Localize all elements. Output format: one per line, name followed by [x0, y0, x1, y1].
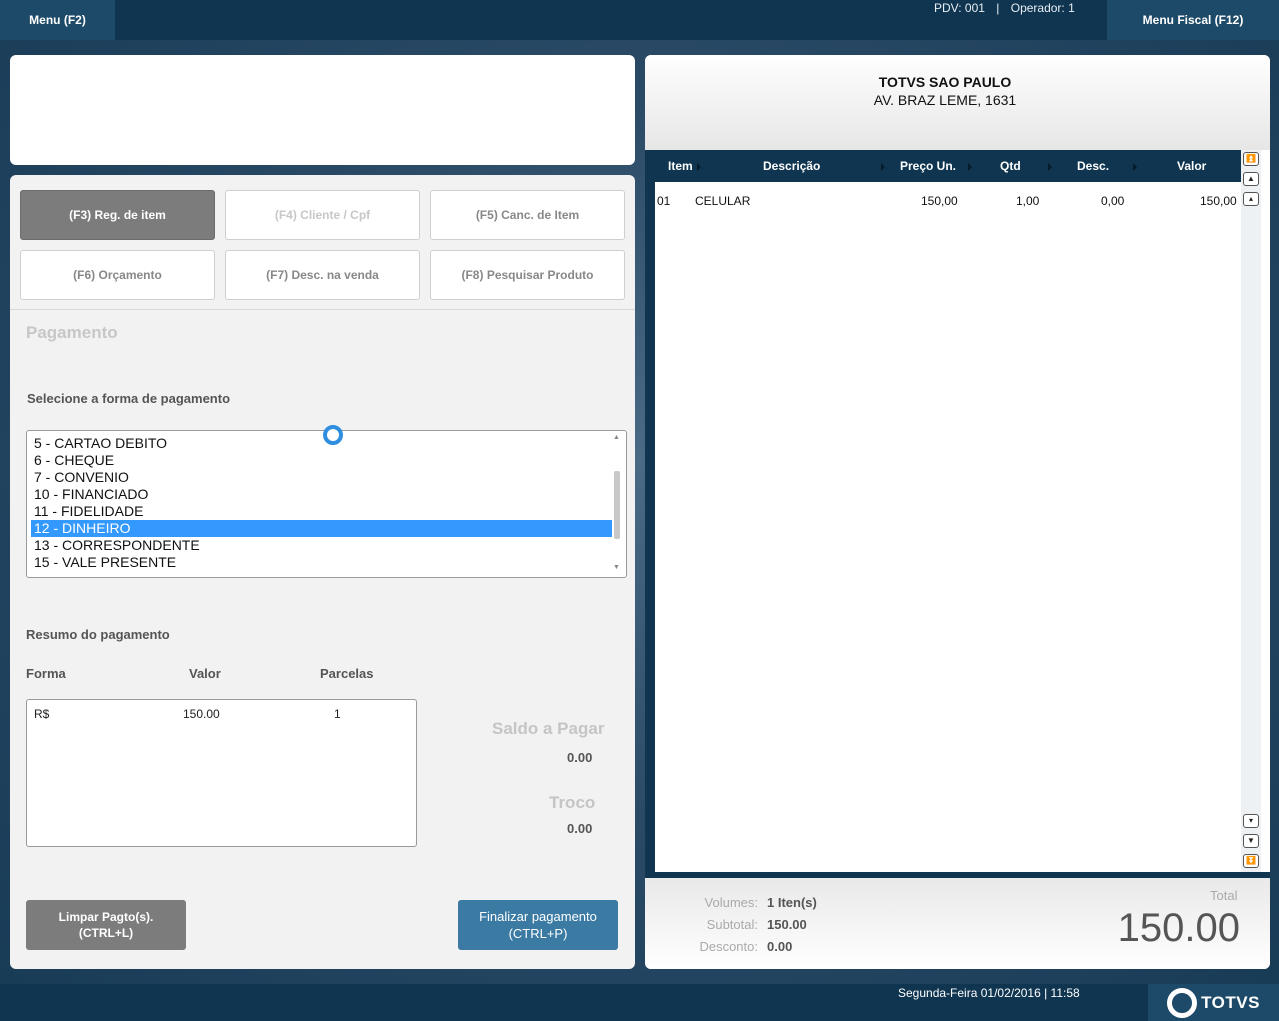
pdv-number: PDV: 001 — [934, 1, 985, 15]
receipt-panel: TOTVS SAO PAULO AV. BRAZ LEME, 1631 Item… — [645, 55, 1270, 969]
row-desc: 0,00 — [1101, 194, 1125, 208]
volumes-label: Volumes: — [704, 895, 758, 910]
row-descricao: CELULAR — [695, 194, 751, 208]
table-row[interactable]: 01 CELULAR 150,00 1,00 0,00 150,00 — [655, 194, 1241, 210]
menu-f2-button[interactable]: Menu (F2) — [0, 0, 115, 40]
row-item-number: 01 — [657, 194, 671, 208]
payment-summary-list[interactable]: R$ 150.00 1 — [26, 699, 417, 847]
canc-item-button[interactable]: (F5) Canc. de Item — [430, 190, 625, 240]
payment-option-fidelidade[interactable]: 11 - FIDELIDADE — [31, 503, 612, 520]
payment-option-cheque[interactable]: 6 - CHEQUE — [31, 452, 612, 469]
row-preco: 150,00 — [921, 194, 958, 208]
store-header: TOTVS SAO PAULO AV. BRAZ LEME, 1631 — [645, 55, 1270, 150]
loading-ring-icon — [323, 425, 343, 445]
header-preco-un[interactable]: Preço Un. — [900, 159, 956, 173]
items-grid-header: Item Descrição Preço Un. Qtd Desc. Valor — [655, 150, 1241, 182]
desconto-value: 0.00 — [767, 939, 793, 954]
troco-value: 0.00 — [567, 821, 593, 836]
header-qtd[interactable]: Qtd — [1000, 159, 1021, 173]
header-desc[interactable]: Desc. — [1077, 159, 1109, 173]
reg-item-button[interactable]: (F3) Reg. de item — [20, 190, 215, 240]
date-time: Segunda-Feira 01/02/2016 | 11:58 — [898, 986, 1080, 1000]
scroll-down-arrow-icon[interactable]: ▼ — [613, 564, 620, 571]
header-item[interactable]: Item — [668, 159, 693, 173]
payment-option-vale-presente[interactable]: 15 - VALE PRESENTE — [31, 554, 612, 571]
divider — [10, 309, 635, 310]
limpar-shortcut: (CTRL+L) — [78, 926, 134, 940]
status-bar: Segunda-Feira 01/02/2016 | 11:58 TOTVS — [0, 984, 1279, 1021]
item-display-panel — [10, 55, 635, 165]
subtotal-value: 150.00 — [767, 917, 807, 932]
info-separator: | — [996, 1, 1000, 15]
top-bar: Menu (F2) PDV: 001 | Operador: 1 Menu Fi… — [0, 0, 1279, 40]
column-header-parcelas: Parcelas — [320, 666, 374, 681]
summary-valor-cell: 150.00 — [183, 707, 220, 721]
sale-actions-panel: (F3) Reg. de item (F4) Cliente / Cpf (F5… — [10, 175, 635, 969]
double-down-arrow-icon[interactable]: ⏬ — [1243, 854, 1259, 868]
pesquisar-produto-button[interactable]: (F8) Pesquisar Produto — [430, 250, 625, 300]
payment-method-list[interactable]: 5 - CARTAO DEBITO 6 - CHEQUE 7 - CONVENI… — [26, 430, 627, 578]
column-separator-icon — [697, 163, 701, 171]
desc-venda-button[interactable]: (F7) Desc. na venda — [225, 250, 420, 300]
finalizar-shortcut: (CTRL+P) — [508, 926, 568, 941]
finalizar-label: Finalizar pagamento — [479, 909, 597, 924]
desconto-label: Desconto: — [699, 939, 758, 954]
payment-list-scrollbar[interactable]: ▲ ▼ — [612, 433, 624, 575]
grid-edge — [645, 150, 655, 872]
brand-area: TOTVS — [1148, 984, 1279, 1021]
finalizar-pagamento-button[interactable]: Finalizar pagamento (CTRL+P) — [458, 900, 618, 950]
payment-option-correspondente[interactable]: 13 - CORRESPONDENTE — [31, 537, 612, 554]
payment-option-cartao-debito[interactable]: 5 - CARTAO DEBITO — [31, 435, 612, 452]
page-up-icon[interactable]: ▲ — [1243, 172, 1259, 186]
up-arrow-icon[interactable]: ▴ — [1243, 192, 1259, 206]
store-name: TOTVS SAO PAULO — [878, 74, 1012, 90]
column-header-forma: Forma — [26, 666, 66, 681]
total-value: 150.00 — [1117, 906, 1240, 950]
summary-forma-cell: R$ — [34, 707, 50, 721]
items-grid: 01 CELULAR 150,00 1,00 0,00 150,00 — [655, 182, 1241, 872]
column-separator-icon — [881, 163, 885, 171]
brand-name: TOTVS — [1201, 992, 1260, 1012]
orcamento-button[interactable]: (F6) Orçamento — [20, 250, 215, 300]
column-separator-icon — [1133, 163, 1137, 171]
payment-option-financiado[interactable]: 10 - FINANCIADO — [31, 486, 612, 503]
payment-option-dinheiro[interactable]: 12 - DINHEIRO — [31, 520, 612, 537]
saldo-a-pagar-label: Saldo a Pagar — [492, 719, 605, 738]
volumes-value: 1 Iten(s) — [767, 895, 817, 910]
saldo-a-pagar-value: 0.00 — [567, 750, 593, 765]
total-label: Total — [1210, 888, 1238, 903]
operator-number: Operador: 1 — [1010, 1, 1075, 15]
header-valor[interactable]: Valor — [1177, 159, 1206, 173]
row-valor: 150,00 — [1200, 194, 1237, 208]
payment-summary-title: Resumo do pagamento — [26, 627, 170, 642]
payment-option-convenio[interactable]: 7 - CONVENIO — [31, 469, 612, 486]
column-header-valor: Valor — [189, 666, 221, 681]
column-separator-icon — [1048, 163, 1052, 171]
payment-method-label: Selecione a forma de pagamento — [27, 391, 231, 406]
scroll-up-arrow-icon[interactable]: ▲ — [613, 434, 620, 441]
store-address: AV. BRAZ LEME, 1631 — [873, 92, 1017, 108]
column-separator-icon — [968, 163, 972, 171]
subtotal-label: Subtotal: — [706, 917, 758, 932]
scrollbar-thumb[interactable] — [614, 471, 620, 539]
sale-totals: Volumes: 1 Iten(s) Subtotal: 150.00 Desc… — [645, 878, 1270, 969]
header-descricao[interactable]: Descrição — [763, 159, 820, 173]
payment-section-title: Pagamento — [26, 323, 118, 342]
troco-label: Troco — [549, 793, 596, 812]
menu-fiscal-f12-button[interactable]: Menu Fiscal (F12) — [1107, 0, 1279, 40]
summary-parcelas-cell: 1 — [334, 707, 341, 721]
pdv-operator-info: PDV: 001 | Operador: 1 — [934, 1, 1083, 15]
cliente-cpf-button[interactable]: (F4) Cliente / Cpf — [225, 190, 420, 240]
row-qtd: 1,00 — [1016, 194, 1040, 208]
page-down-icon[interactable]: ▼ — [1243, 834, 1259, 848]
limpar-pagamentos-button[interactable]: Limpar Pagto(s). (CTRL+L) — [26, 900, 186, 950]
items-grid-scrollbar: ⏫ ▲ ▴ ▾ ▼ ⏬ — [1241, 150, 1261, 872]
double-up-arrow-icon[interactable]: ⏫ — [1243, 152, 1259, 166]
limpar-label: Limpar Pagto(s). — [58, 910, 154, 924]
down-arrow-icon[interactable]: ▾ — [1243, 814, 1259, 828]
totvs-logo-icon — [1167, 987, 1198, 1018]
